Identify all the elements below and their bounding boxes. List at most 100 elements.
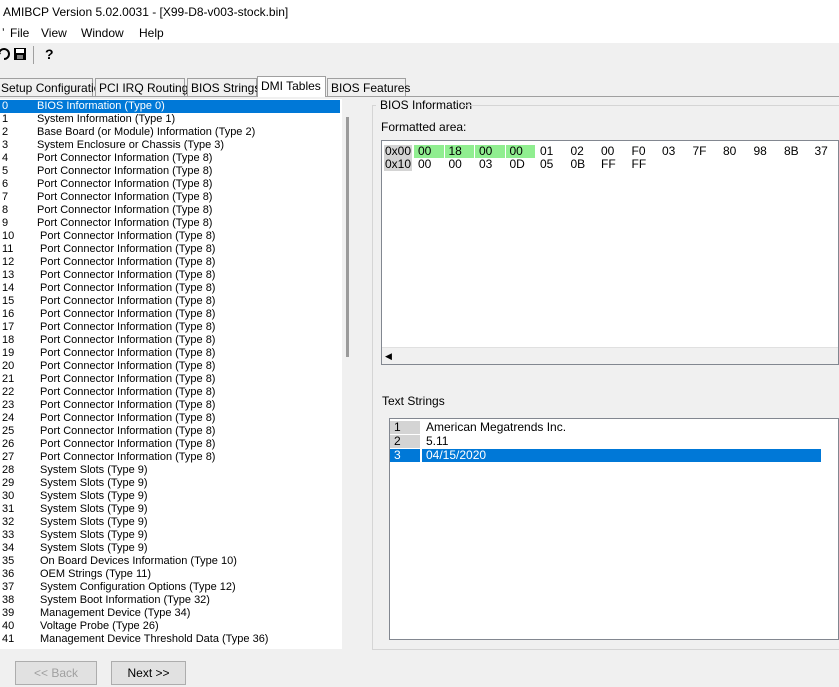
tree-item[interactable]: 3 System Enclosure or Chassis (Type 3) (0, 139, 340, 152)
hex-byte-cell[interactable]: 05 (536, 158, 566, 171)
tree-item[interactable]: 15 Port Connector Information (Type 8) (0, 295, 340, 308)
hex-byte-cell[interactable]: 00 (445, 158, 475, 171)
text-string-value[interactable]: 5.11 (422, 435, 448, 448)
menu-window[interactable]: Window (81, 26, 124, 40)
tree-item[interactable]: 10 Port Connector Information (Type 8) (0, 230, 340, 243)
menu-view[interactable]: View (41, 26, 67, 40)
hex-byte-cell[interactable]: FF (597, 158, 627, 171)
tree-item[interactable]: 28 System Slots (Type 9) (0, 464, 340, 477)
toolbar: ? (0, 43, 839, 68)
tree-item[interactable]: 33 System Slots (Type 9) (0, 529, 340, 542)
menu-help[interactable]: Help (139, 26, 164, 40)
hex-byte-cell[interactable]: 7F (689, 145, 719, 158)
hex-byte-cell[interactable]: 03 (658, 145, 688, 158)
tree-item[interactable]: 30 System Slots (Type 9) (0, 490, 340, 503)
tree-item[interactable]: 40 Voltage Probe (Type 26) (0, 620, 340, 633)
tree-item[interactable]: 25 Port Connector Information (Type 8) (0, 425, 340, 438)
menu-bar: ʼ File View Window Help (0, 24, 839, 43)
tree-item[interactable]: 4 Port Connector Information (Type 8) (0, 152, 340, 165)
save-icon[interactable] (12, 46, 28, 62)
tree-item[interactable]: 24 Port Connector Information (Type 8) (0, 412, 340, 425)
next-button[interactable]: Next >> (111, 661, 186, 685)
text-string-value[interactable]: American Megatrends Inc. (422, 421, 566, 434)
tree-item-index: 14 (2, 282, 15, 294)
formatted-area-grid[interactable]: ◀ 0x00 00 18 00 00 01 02 00 F0 03 7F 80 98 8B 37 0x10 00… (381, 140, 839, 365)
tree-item[interactable]: 27 Port Connector Information (Type 8) (0, 451, 340, 464)
hex-byte-cell[interactable]: 98 (750, 145, 780, 158)
back-button[interactable]: << Back (15, 661, 97, 685)
tree-item[interactable]: 41 Management Device Threshold Data (Type… (0, 633, 340, 646)
tree-item[interactable]: 11 Port Connector Information (Type 8) (0, 243, 340, 256)
tree-item[interactable]: 21 Port Connector Information (Type 8) (0, 373, 340, 386)
tree-item[interactable]: 35 On Board Devices Information (Type 10) (0, 555, 340, 568)
tree-item-label: Port Connector Information (Type 8) (40, 425, 216, 437)
tree-item[interactable]: 29 System Slots (Type 9) (0, 477, 340, 490)
hex-byte-cell[interactable]: 03 (475, 158, 505, 171)
tree-item-index: 2 (2, 126, 9, 138)
tree-item-index: 28 (2, 464, 15, 476)
tree-scrollbar[interactable] (342, 99, 356, 649)
scroll-left-icon[interactable]: ◀ (385, 351, 392, 362)
tree-item[interactable]: 9 Port Connector Information (Type 8) (0, 217, 340, 230)
tree-item[interactable]: 37 System Configuration Options (Type 12) (0, 581, 340, 594)
tree-item[interactable]: 39 Management Device (Type 34) (0, 607, 340, 620)
tree-item-index: 0 (2, 100, 9, 112)
hex-byte-cell[interactable]: 00 (414, 158, 444, 171)
tree-item[interactable]: 8 Port Connector Information (Type 8) (0, 204, 340, 217)
tree-item[interactable]: 13 Port Connector Information (Type 8) (0, 269, 340, 282)
hex-byte-cell[interactable]: 37 (811, 145, 839, 158)
tab-setup-configuration[interactable]: Setup Configuration (0, 78, 107, 96)
text-string-row[interactable]: 2 5.11 (390, 435, 820, 448)
tree-item-index: 36 (2, 568, 15, 580)
tab-bios-features[interactable]: BIOS Features (327, 78, 410, 96)
tree-item-label: System Slots (Type 9) (40, 477, 148, 489)
tree-item[interactable]: 36 OEM Strings (Type 11) (0, 568, 340, 581)
menu-file[interactable]: File (10, 26, 29, 40)
tree-item[interactable]: 17 Port Connector Information (Type 8) (0, 321, 340, 334)
text-string-row[interactable]: 1 American Megatrends Inc. (390, 421, 820, 434)
tree-scrollbar-thumb[interactable] (346, 117, 349, 357)
tree-item[interactable]: 5 Port Connector Information (Type 8) (0, 165, 340, 178)
tree-item-index: 10 (2, 230, 15, 242)
tree-item[interactable]: 6 Port Connector Information (Type 8) (0, 178, 340, 191)
tree-item[interactable]: 26 Port Connector Information (Type 8) (0, 438, 340, 451)
dmi-table-tree[interactable]: 0 BIOS Information (Type 0) 1 System Inform… (0, 99, 356, 649)
hex-byte-cell[interactable]: 0B (567, 158, 597, 171)
hex-byte-cell[interactable]: 80 (719, 145, 749, 158)
tree-item[interactable]: 23 Port Connector Information (Type 8) (0, 399, 340, 412)
open-icon[interactable] (0, 46, 12, 62)
tree-item[interactable]: 34 System Slots (Type 9) (0, 542, 340, 555)
help-icon[interactable]: ? (41, 46, 57, 62)
hex-byte-cell[interactable]: 0D (506, 158, 536, 171)
tree-item[interactable]: 22 Port Connector Information (Type 8) (0, 386, 340, 399)
tree-item[interactable]: 31 System Slots (Type 9) (0, 503, 340, 516)
hex-byte-cell[interactable]: 8B (780, 145, 810, 158)
tree-item-label: Port Connector Information (Type 8) (40, 230, 216, 242)
tree-item[interactable]: 2 Base Board (or Module) Information (Typ… (0, 126, 340, 139)
hex-horizontal-scrollbar[interactable]: ◀ (382, 347, 838, 364)
tree-item-label: Port Connector Information (Type 8) (40, 360, 216, 372)
tree-item[interactable]: 12 Port Connector Information (Type 8) (0, 256, 340, 269)
tab-bios-strings[interactable]: BIOS Strings (187, 78, 260, 96)
tree-item[interactable]: 0 BIOS Information (Type 0) (0, 100, 340, 113)
hex-byte-cell[interactable]: FF (628, 158, 658, 171)
tree-item[interactable]: 18 Port Connector Information (Type 8) (0, 334, 340, 347)
text-string-row[interactable]: 3 04/15/2020 (390, 449, 821, 462)
tree-item-label: Port Connector Information (Type 8) (40, 451, 216, 463)
tree-item-label: Base Board (or Module) Information (Type… (37, 126, 256, 138)
tab-dmi-tables[interactable]: DMI Tables (257, 76, 326, 97)
tab-pci-irq-routing[interactable]: PCI IRQ Routing (95, 78, 188, 96)
tree-item-index: 40 (2, 620, 15, 632)
tree-item[interactable]: 32 System Slots (Type 9) (0, 516, 340, 529)
tree-item[interactable]: 38 System Boot Information (Type 32) (0, 594, 340, 607)
tree-item-index: 3 (2, 139, 9, 151)
tree-item[interactable]: 1 System Information (Type 1) (0, 113, 340, 126)
text-string-value[interactable]: 04/15/2020 (422, 449, 821, 462)
tree-item-label: System Slots (Type 9) (40, 542, 148, 554)
tree-item[interactable]: 7 Port Connector Information (Type 8) (0, 191, 340, 204)
tree-item[interactable]: 19 Port Connector Information (Type 8) (0, 347, 340, 360)
text-strings-list[interactable]: 1 American Megatrends Inc. 2 5.11 3 04/15/202… (389, 418, 839, 640)
tree-item[interactable]: 16 Port Connector Information (Type 8) (0, 308, 340, 321)
tree-item[interactable]: 14 Port Connector Information (Type 8) (0, 282, 340, 295)
tree-item[interactable]: 20 Port Connector Information (Type 8) (0, 360, 340, 373)
